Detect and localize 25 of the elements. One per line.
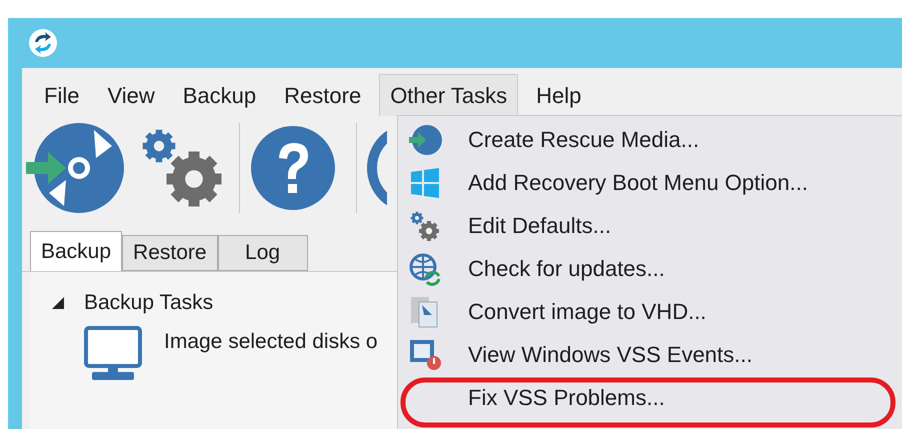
menu-item[interactable]: Create Rescue Media... <box>468 123 700 156</box>
menu-item[interactable]: Convert image to VHD... <box>468 295 706 328</box>
task-label[interactable]: Image selected disks o <box>164 326 378 358</box>
menu-item[interactable]: Add Recovery Boot Menu Option... <box>468 166 808 199</box>
menu-item[interactable]: View Windows VSS Events... <box>468 338 752 371</box>
expanded-triangle-icon[interactable] <box>52 297 64 309</box>
event-viewer-warning-icon <box>408 338 442 372</box>
globe-refresh-icon <box>408 252 442 286</box>
menu-item[interactable]: Edit Defaults... <box>468 209 612 242</box>
menu-bar-item[interactable]: View <box>97 74 165 116</box>
menu-bar-item[interactable]: File <box>34 74 90 116</box>
app-logo-icon <box>28 28 58 58</box>
windows-logo-icon <box>408 166 442 200</box>
help-icon <box>250 125 336 211</box>
tab[interactable]: Log <box>218 235 308 271</box>
menu-bar-item[interactable]: Other Tasks <box>379 74 518 116</box>
tab[interactable]: Restore <box>122 235 218 271</box>
tree-heading: Backup Tasks <box>84 290 214 316</box>
disc-arrow-icon <box>408 122 442 156</box>
menu-bar-item[interactable]: Restore <box>274 74 372 116</box>
tab[interactable]: Backup <box>30 231 122 271</box>
menu-bar-item[interactable]: Backup <box>172 74 266 116</box>
menu-item[interactable]: Check for updates... <box>468 252 665 285</box>
monitor-icon <box>84 326 142 382</box>
menu-bar-item[interactable]: Help <box>526 74 592 116</box>
